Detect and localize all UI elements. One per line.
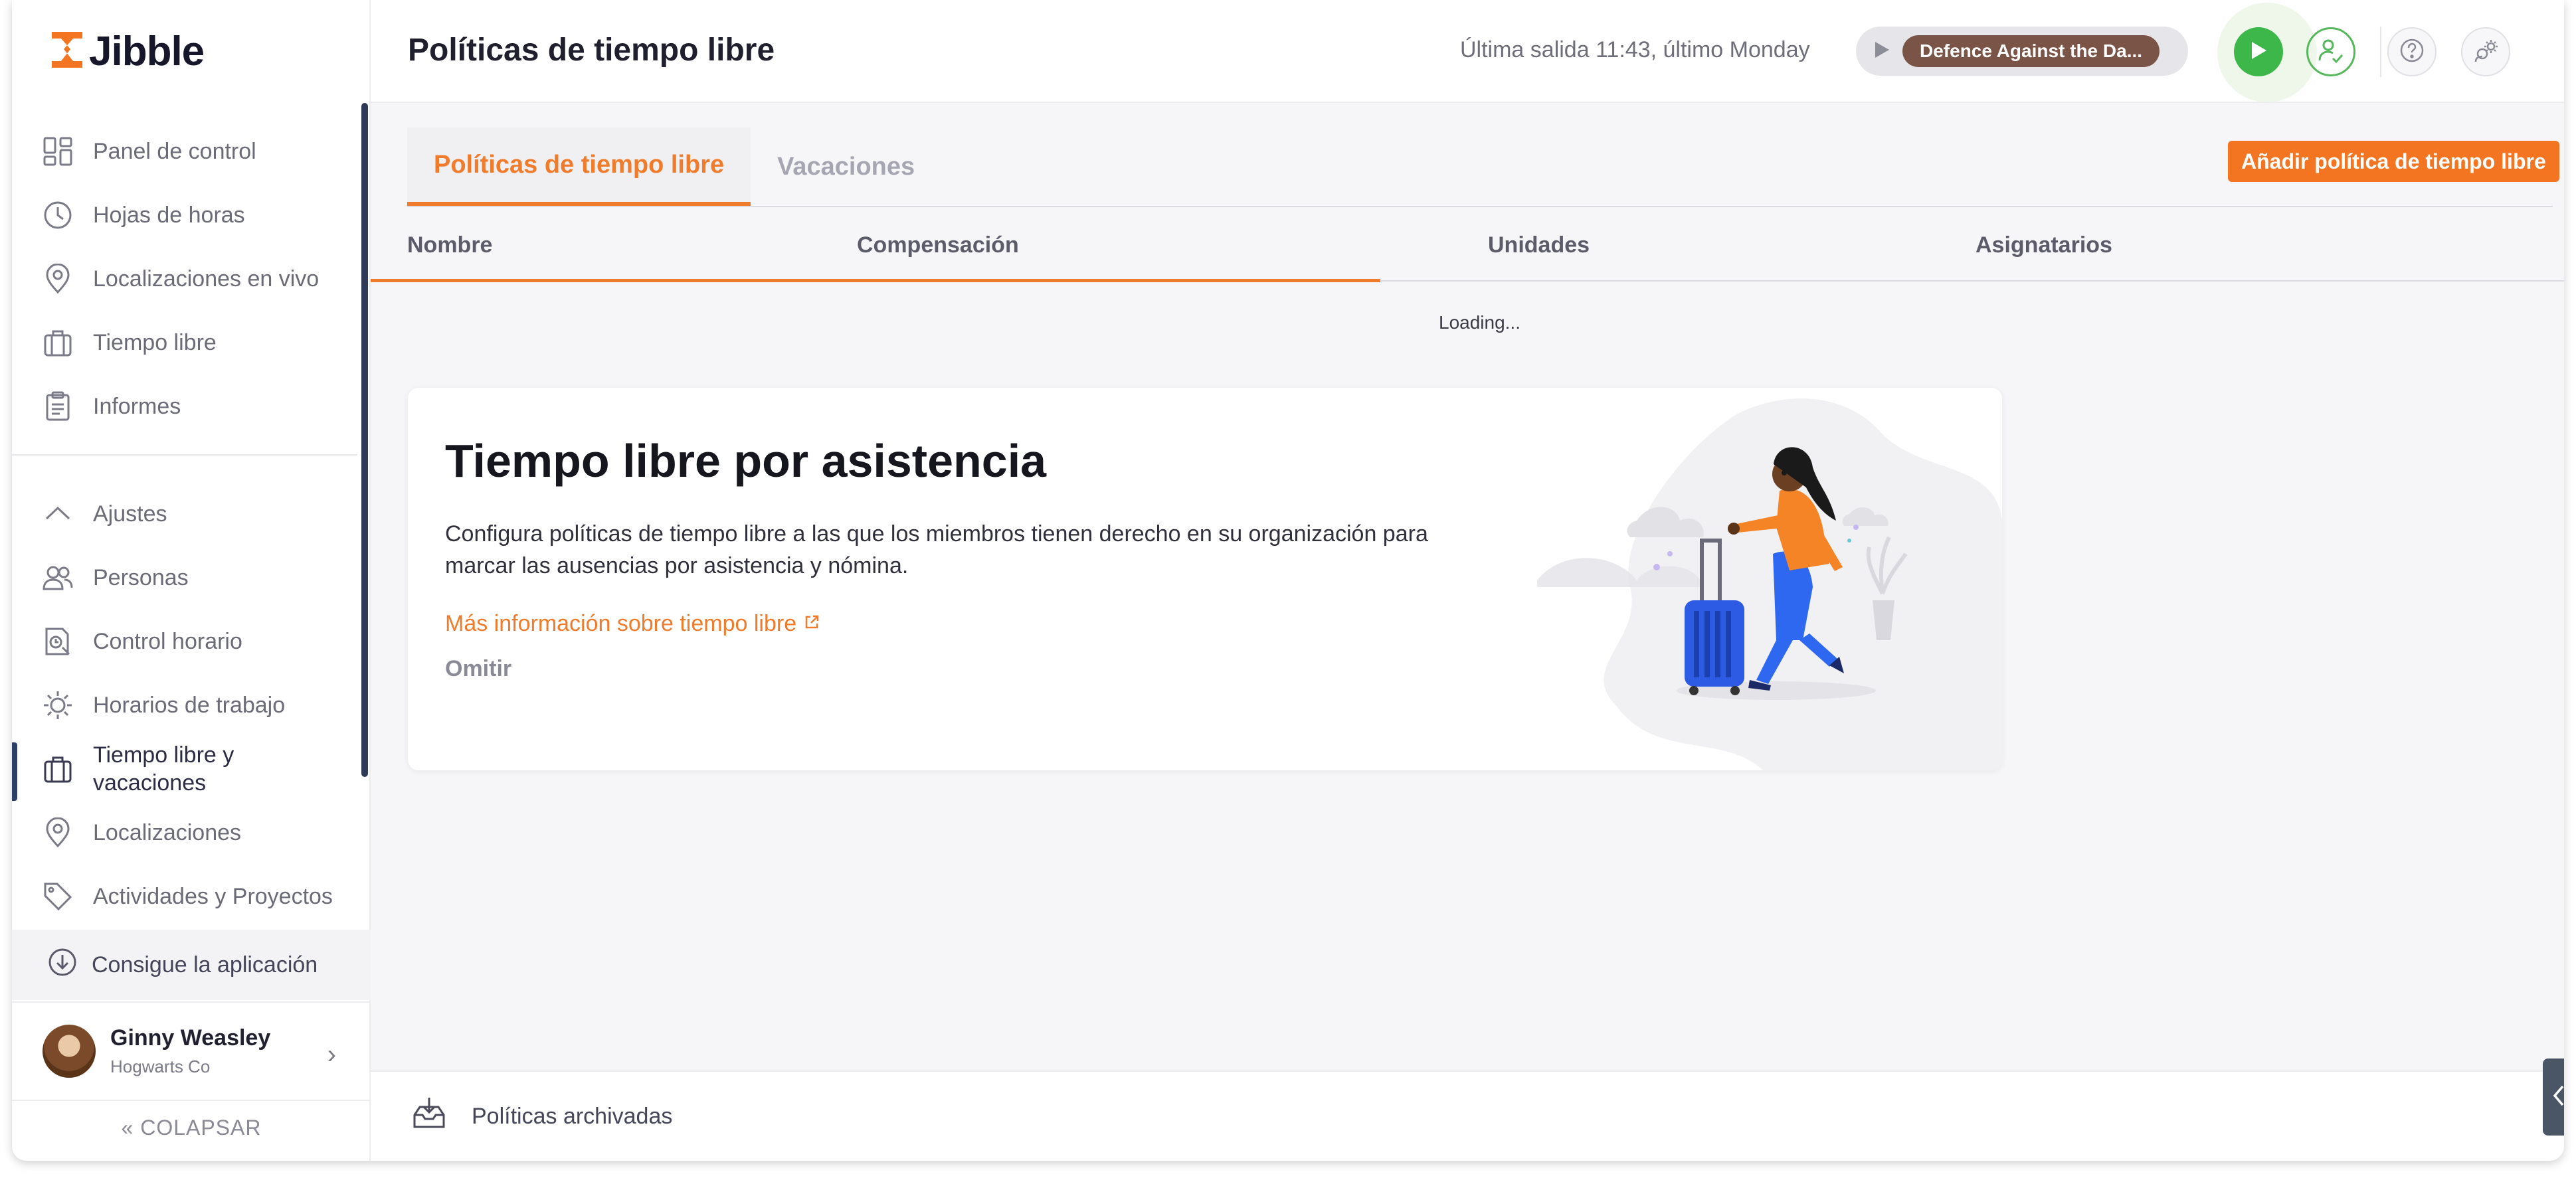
- table-header: Nombre Compensación Unidades Asignatario…: [371, 207, 2564, 283]
- user-check-icon: [2317, 37, 2345, 68]
- user-org: Hogwarts Co: [110, 1057, 211, 1076]
- learn-more-link[interactable]: Más información sobre tiempo libre: [445, 611, 820, 637]
- play-icon: [1873, 41, 1890, 62]
- sidebar-item-label: Actividades y Proyectos: [93, 883, 333, 909]
- help-icon: [2399, 38, 2425, 66]
- settings-button[interactable]: [2461, 27, 2510, 76]
- chevron-left-icon: [2551, 1084, 2564, 1111]
- logo-text: Jibble: [89, 28, 205, 74]
- sidebar-item-label: Tiempo libre y vacaciones: [93, 742, 234, 796]
- traveler-illustration: [1537, 398, 2002, 770]
- project-selector[interactable]: Defence Against the Da...: [1856, 27, 2188, 76]
- page-title: Políticas de tiempo libre: [408, 33, 775, 68]
- collapse-label: COLAPSAR: [140, 1116, 262, 1140]
- tab-vacaciones[interactable]: Vacaciones: [751, 127, 941, 206]
- tab-bar: Políticas de tiempo libre Vacaciones: [407, 127, 941, 206]
- project-badge: Defence Against the Da...: [1902, 35, 2160, 67]
- start-timer-button[interactable]: [2234, 27, 2283, 76]
- sidebar-item-label: Ajustes: [93, 501, 167, 527]
- jibble-logo-icon: [49, 29, 85, 74]
- column-header-nombre[interactable]: Nombre: [407, 232, 492, 258]
- logo[interactable]: Jibble: [49, 28, 205, 74]
- settings-icon: [2473, 38, 2498, 66]
- sidebar-item-label: Hojas de horas: [93, 202, 245, 228]
- tab-politicas[interactable]: Políticas de tiempo libre: [407, 127, 751, 206]
- sidebar-item-actividades-y-proyectos[interactable]: Actividades y Proyectos: [12, 865, 357, 928]
- user-info: Ginny Weasley Hogwarts Co: [110, 1025, 270, 1077]
- location-pin-icon: [41, 262, 74, 296]
- sidebar-item-label: Control horario: [93, 628, 242, 654]
- last-out-status: Última salida 11:43, último Monday: [1460, 37, 1810, 62]
- sidebar-item-localizaciones-en-vivo[interactable]: Localizaciones en vivo: [12, 247, 357, 311]
- dashboard-icon: [41, 135, 74, 168]
- column-header-compensacion[interactable]: Compensación: [857, 232, 1019, 258]
- sidebar-item-personas[interactable]: Personas: [12, 546, 357, 610]
- loading-text: Loading...: [1439, 312, 1520, 333]
- footer: Políticas archivadas: [371, 1070, 2564, 1161]
- tag-icon: [41, 880, 74, 913]
- sidebar-item-control-horario[interactable]: Control horario: [12, 610, 357, 673]
- chevron-right-icon: ›: [327, 1040, 336, 1069]
- clock-icon: [41, 199, 74, 232]
- suitcase-icon: [41, 326, 74, 359]
- header: Políticas de tiempo libre Última salida …: [371, 0, 2564, 103]
- table-header-divider: [1380, 280, 2564, 282]
- sidebar: Jibble Panel de control Hojas de horas L…: [12, 0, 371, 1161]
- download-icon: [48, 948, 77, 983]
- external-link-icon: [803, 611, 820, 637]
- chevron-up-icon: [41, 497, 74, 531]
- user-profile[interactable]: Ginny Weasley Hogwarts Co ›: [12, 1001, 371, 1101]
- archived-policies-link[interactable]: Políticas archivadas: [472, 1104, 672, 1130]
- sidebar-divider: [12, 454, 357, 456]
- card-title: Tiempo libre por asistencia: [445, 435, 1047, 487]
- collapse-button[interactable]: « COLAPSAR: [12, 1116, 371, 1140]
- avatar: [43, 1025, 96, 1078]
- help-button[interactable]: [2387, 27, 2437, 76]
- sidebar-item-informes[interactable]: Informes: [12, 375, 357, 438]
- get-app-button[interactable]: Consigue la aplicación: [12, 930, 371, 1000]
- header-divider: [2380, 27, 2381, 77]
- sidebar-item-localizaciones[interactable]: Localizaciones: [12, 801, 357, 865]
- loading-progress-bar: [371, 279, 1380, 282]
- get-app-label: Consigue la aplicación: [92, 952, 318, 977]
- sidebar-item-hojas-de-horas[interactable]: Hojas de horas: [12, 183, 357, 247]
- empty-state-card: Tiempo libre por asistencia Configura po…: [408, 388, 2002, 770]
- app-window: Jibble Panel de control Hojas de horas L…: [12, 0, 2564, 1161]
- sidebar-item-panel-de-control[interactable]: Panel de control: [12, 120, 357, 183]
- archive-icon: [411, 1095, 448, 1138]
- sidebar-item-label: Horarios de trabajo: [93, 692, 286, 718]
- card-description: Configura políticas de tiempo libre a la…: [445, 521, 1428, 578]
- sidebar-item-label: Informes: [93, 393, 181, 419]
- sidebar-item-ajustes[interactable]: Ajustes: [12, 482, 357, 546]
- location-pin-icon: [41, 816, 74, 849]
- side-panel-toggle[interactable]: [2543, 1059, 2564, 1136]
- column-header-asignatarios[interactable]: Asignatarios: [1976, 232, 2112, 258]
- sidebar-item-label: Tiempo libre: [93, 329, 217, 355]
- double-chevron-left-icon: «: [121, 1116, 134, 1140]
- sidebar-item-label: Localizaciones en vivo: [93, 266, 320, 292]
- add-policy-button[interactable]: Añadir política de tiempo libre: [2228, 141, 2559, 182]
- schedule-icon: [41, 689, 74, 722]
- user-name: Ginny Weasley: [110, 1025, 271, 1051]
- time-tracking-icon: [41, 625, 74, 658]
- suitcase-icon: [41, 752, 74, 786]
- sidebar-item-label: Localizaciones: [93, 819, 242, 845]
- timer-play-icon: [2249, 40, 2268, 64]
- clipboard-icon: [41, 390, 74, 423]
- sidebar-item-tiempo-libre-y-vacaciones[interactable]: Tiempo libre y vacaciones: [12, 737, 357, 801]
- learn-more-label: Más información sobre tiempo libre: [445, 611, 797, 636]
- clock-in-button[interactable]: [2306, 27, 2355, 76]
- sidebar-item-horarios-de-trabajo[interactable]: Horarios de trabajo: [12, 673, 357, 737]
- skip-button[interactable]: Omitir: [445, 656, 511, 682]
- active-indicator: [12, 742, 17, 801]
- sidebar-nav: Panel de control Hojas de horas Localiza…: [12, 120, 357, 928]
- sidebar-scrollbar[interactable]: [361, 103, 368, 777]
- column-header-unidades[interactable]: Unidades: [1488, 232, 1590, 258]
- sidebar-item-label: Personas: [93, 564, 189, 590]
- sidebar-item-tiempo-libre[interactable]: Tiempo libre: [12, 311, 357, 375]
- sidebar-item-label: Panel de control: [93, 138, 256, 164]
- people-icon: [41, 561, 74, 594]
